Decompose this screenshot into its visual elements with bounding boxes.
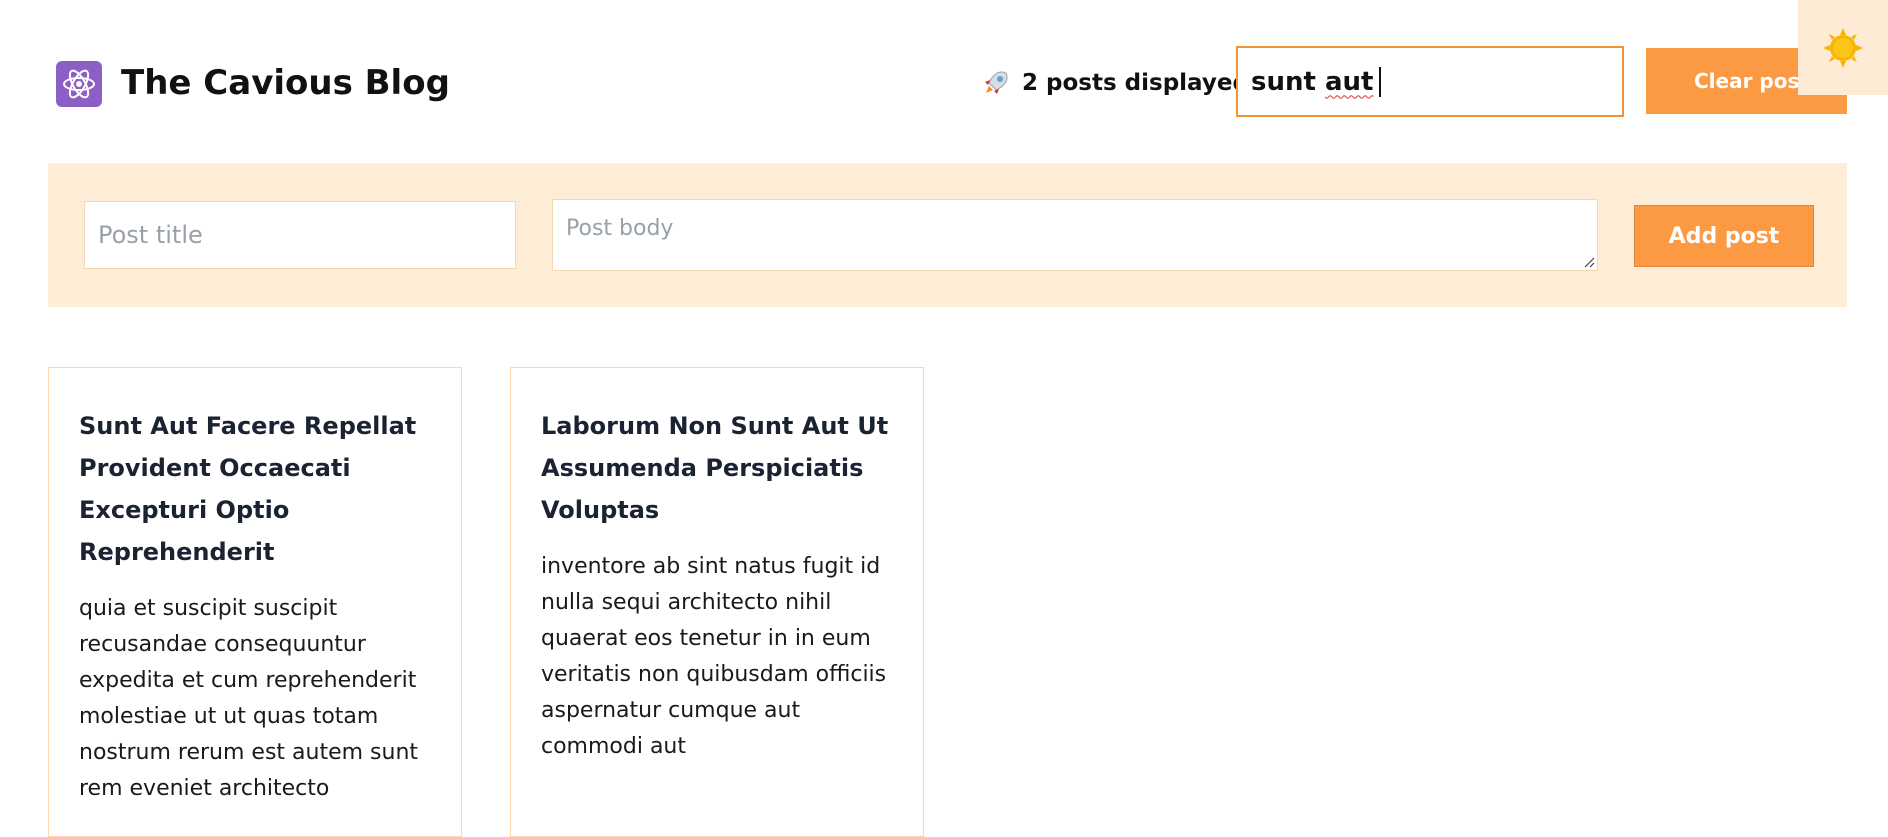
atom-icon: [56, 61, 102, 107]
post-title: Sunt Aut Facere Repellat Provident Occae…: [79, 412, 417, 566]
sun-icon: [1823, 27, 1863, 68]
rocket-icon: [985, 71, 1008, 94]
site-header: The Cavious Blog 2 posts displayed sunt …: [0, 0, 1888, 162]
site-title: The Cavious Blog: [121, 63, 450, 103]
add-post-button[interactable]: Add post: [1634, 205, 1814, 267]
theme-toggle[interactable]: [1798, 0, 1888, 95]
new-post-form: Add post: [48, 163, 1847, 307]
post-count-label: 2 posts displayed: [1022, 70, 1249, 96]
search-value: sunt aut: [1251, 66, 1374, 97]
resize-handle-icon[interactable]: [1583, 256, 1595, 268]
post-title: Laborum Non Sunt Aut Ut Assumenda Perspi…: [541, 412, 889, 524]
search-input[interactable]: sunt aut: [1236, 46, 1624, 117]
post-count: 2 posts displayed: [982, 67, 1249, 99]
post-card: Sunt Aut Facere Repellat Provident Occae…: [48, 367, 462, 837]
post-body-input[interactable]: [552, 199, 1598, 271]
post-body: quia et suscipit suscipit recusandae con…: [79, 596, 419, 801]
post-card: Laborum Non Sunt Aut Ut Assumenda Perspi…: [510, 367, 924, 837]
post-body: inventore ab sint natus fugit id nulla s…: [541, 554, 887, 759]
text-caret: [1379, 66, 1382, 97]
post-title-input[interactable]: [84, 201, 516, 269]
